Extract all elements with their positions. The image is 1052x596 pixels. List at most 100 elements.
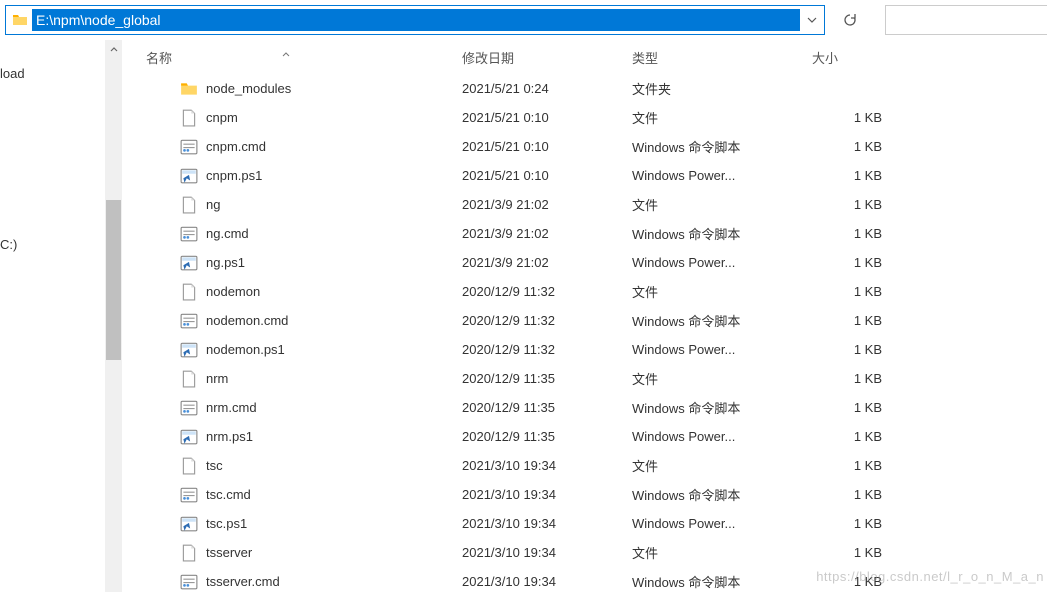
file-row[interactable]: tsc.cmd2021/3/10 19:34Windows 命令脚本1 KB — [142, 480, 1052, 509]
file-icon — [180, 370, 198, 388]
sidebar-item[interactable] — [0, 135, 122, 147]
file-icon — [180, 196, 198, 214]
file-size: 1 KB — [812, 545, 902, 560]
file-name: nrm.ps1 — [206, 429, 253, 444]
sidebar-item[interactable] — [0, 99, 122, 111]
scroll-up-icon[interactable] — [105, 40, 122, 57]
file-row[interactable]: tsserver2021/3/10 19:34文件1 KB — [142, 538, 1052, 567]
file-row[interactable]: cnpm.ps12021/5/21 0:10Windows Power...1 … — [142, 161, 1052, 190]
file-row[interactable]: nrm2020/12/9 11:35文件1 KB — [142, 364, 1052, 393]
file-name: nodemon.cmd — [206, 313, 288, 328]
file-row[interactable]: nodemon.ps12020/12/9 11:32Windows Power.… — [142, 335, 1052, 364]
ps1-icon — [180, 428, 198, 446]
file-icon — [180, 283, 198, 301]
cmd-icon — [180, 573, 198, 591]
file-name: tsserver.cmd — [206, 574, 280, 589]
file-date: 2021/3/9 21:02 — [462, 226, 632, 241]
top-bar: E:\npm\node_global — [0, 0, 1052, 40]
address-path[interactable]: E:\npm\node_global — [32, 9, 800, 31]
file-name: node_modules — [206, 81, 291, 96]
file-row[interactable]: ng2021/3/9 21:02文件1 KB — [142, 190, 1052, 219]
file-size: 1 KB — [812, 139, 902, 154]
file-type: Windows Power... — [632, 429, 812, 444]
file-row[interactable]: cnpm2021/5/21 0:10文件1 KB — [142, 103, 1052, 132]
sidebar-item[interactable] — [0, 219, 122, 231]
search-box[interactable] — [885, 5, 1047, 35]
sidebar-item[interactable]: C:) — [0, 231, 122, 258]
file-date: 2021/5/21 0:10 — [462, 110, 632, 125]
file-date: 2020/12/9 11:35 — [462, 400, 632, 415]
file-date: 2020/12/9 11:32 — [462, 342, 632, 357]
file-name: cnpm.ps1 — [206, 168, 262, 183]
sidebar-item[interactable] — [0, 123, 122, 135]
cmd-icon — [180, 486, 198, 504]
file-size: 1 KB — [812, 371, 902, 386]
file-date: 2021/3/10 19:34 — [462, 574, 632, 589]
file-size: 1 KB — [812, 429, 902, 444]
sidebar-item[interactable] — [0, 195, 122, 207]
address-dropdown[interactable] — [800, 6, 824, 34]
file-name: ng — [206, 197, 220, 212]
file-name: nrm — [206, 371, 228, 386]
sort-indicator-icon — [282, 50, 290, 61]
file-date: 2021/3/10 19:34 — [462, 458, 632, 473]
refresh-button[interactable] — [835, 5, 865, 35]
file-name: tsc — [206, 458, 223, 473]
header-name[interactable]: 名称 — [142, 48, 462, 67]
file-row[interactable]: tsc2021/3/10 19:34文件1 KB — [142, 451, 1052, 480]
file-type: Windows 命令脚本 — [632, 572, 812, 591]
file-size: 1 KB — [812, 516, 902, 531]
file-date: 2021/3/10 19:34 — [462, 487, 632, 502]
file-row[interactable]: ng.cmd2021/3/9 21:02Windows 命令脚本1 KB — [142, 219, 1052, 248]
file-row[interactable]: nodemon.cmd2020/12/9 11:32Windows 命令脚本1 … — [142, 306, 1052, 335]
sidebar-item[interactable] — [0, 87, 122, 99]
sidebar-item[interactable] — [0, 159, 122, 171]
sidebar-item[interactable] — [0, 111, 122, 123]
file-type: 文件夹 — [632, 79, 812, 98]
address-bar[interactable]: E:\npm\node_global — [5, 5, 825, 35]
file-name: nodemon.ps1 — [206, 342, 285, 357]
file-icon — [180, 457, 198, 475]
scrollbar-thumb[interactable] — [106, 200, 121, 360]
folder-icon — [10, 10, 30, 30]
sidebar-item[interactable] — [0, 183, 122, 195]
file-row[interactable]: node_modules 2021/5/21 0:24文件夹 — [142, 74, 1052, 103]
file-size: 1 KB — [812, 226, 902, 241]
file-row[interactable]: cnpm.cmd2021/5/21 0:10Windows 命令脚本1 KB — [142, 132, 1052, 161]
file-name: tsc.ps1 — [206, 516, 247, 531]
file-size: 1 KB — [812, 458, 902, 473]
sidebar-item[interactable] — [0, 147, 122, 159]
cmd-icon — [180, 138, 198, 156]
sidebar-item[interactable] — [0, 207, 122, 219]
file-name: nrm.cmd — [206, 400, 257, 415]
file-type: Windows 命令脚本 — [632, 224, 812, 243]
file-row[interactable]: nrm.ps1 2020/12/9 11:35Windows Power...1 … — [142, 422, 1052, 451]
sidebar: load C:) — [0, 40, 122, 592]
file-date: 2021/3/10 19:34 — [462, 545, 632, 560]
header-date[interactable]: 修改日期 — [462, 48, 632, 67]
file-name: ng.ps1 — [206, 255, 245, 270]
file-row[interactable]: nrm.cmd2020/12/9 11:35Windows 命令脚本1 KB — [142, 393, 1052, 422]
file-size: 1 KB — [812, 197, 902, 212]
sidebar-item[interactable]: load — [0, 60, 122, 87]
folder-icon — [180, 80, 198, 98]
file-size: 1 KB — [812, 168, 902, 183]
file-row[interactable]: ng.ps12021/3/9 21:02Windows Power...1 KB — [142, 248, 1052, 277]
header-size[interactable]: 大小 — [812, 48, 902, 67]
file-date: 2020/12/9 11:32 — [462, 284, 632, 299]
main-area: load C:) 名称 修改日期 类型 大小 node_modules 2021/5… — [0, 40, 1052, 592]
file-icon — [180, 544, 198, 562]
column-headers: 名称 修改日期 类型 大小 — [142, 40, 1052, 74]
file-date: 2021/5/21 0:24 — [462, 81, 632, 96]
header-type[interactable]: 类型 — [632, 48, 812, 67]
cmd-icon — [180, 225, 198, 243]
file-row[interactable]: tsc.ps12021/3/10 19:34Windows Power...1 … — [142, 509, 1052, 538]
file-date: 2020/12/9 11:35 — [462, 429, 632, 444]
sidebar-scrollbar[interactable] — [105, 40, 122, 592]
file-date: 2020/12/9 11:35 — [462, 371, 632, 386]
cmd-icon — [180, 312, 198, 330]
file-row[interactable]: nodemon2020/12/9 11:32文件1 KB — [142, 277, 1052, 306]
file-size: 1 KB — [812, 110, 902, 125]
sidebar-item[interactable] — [0, 171, 122, 183]
file-date: 2020/12/9 11:32 — [462, 313, 632, 328]
